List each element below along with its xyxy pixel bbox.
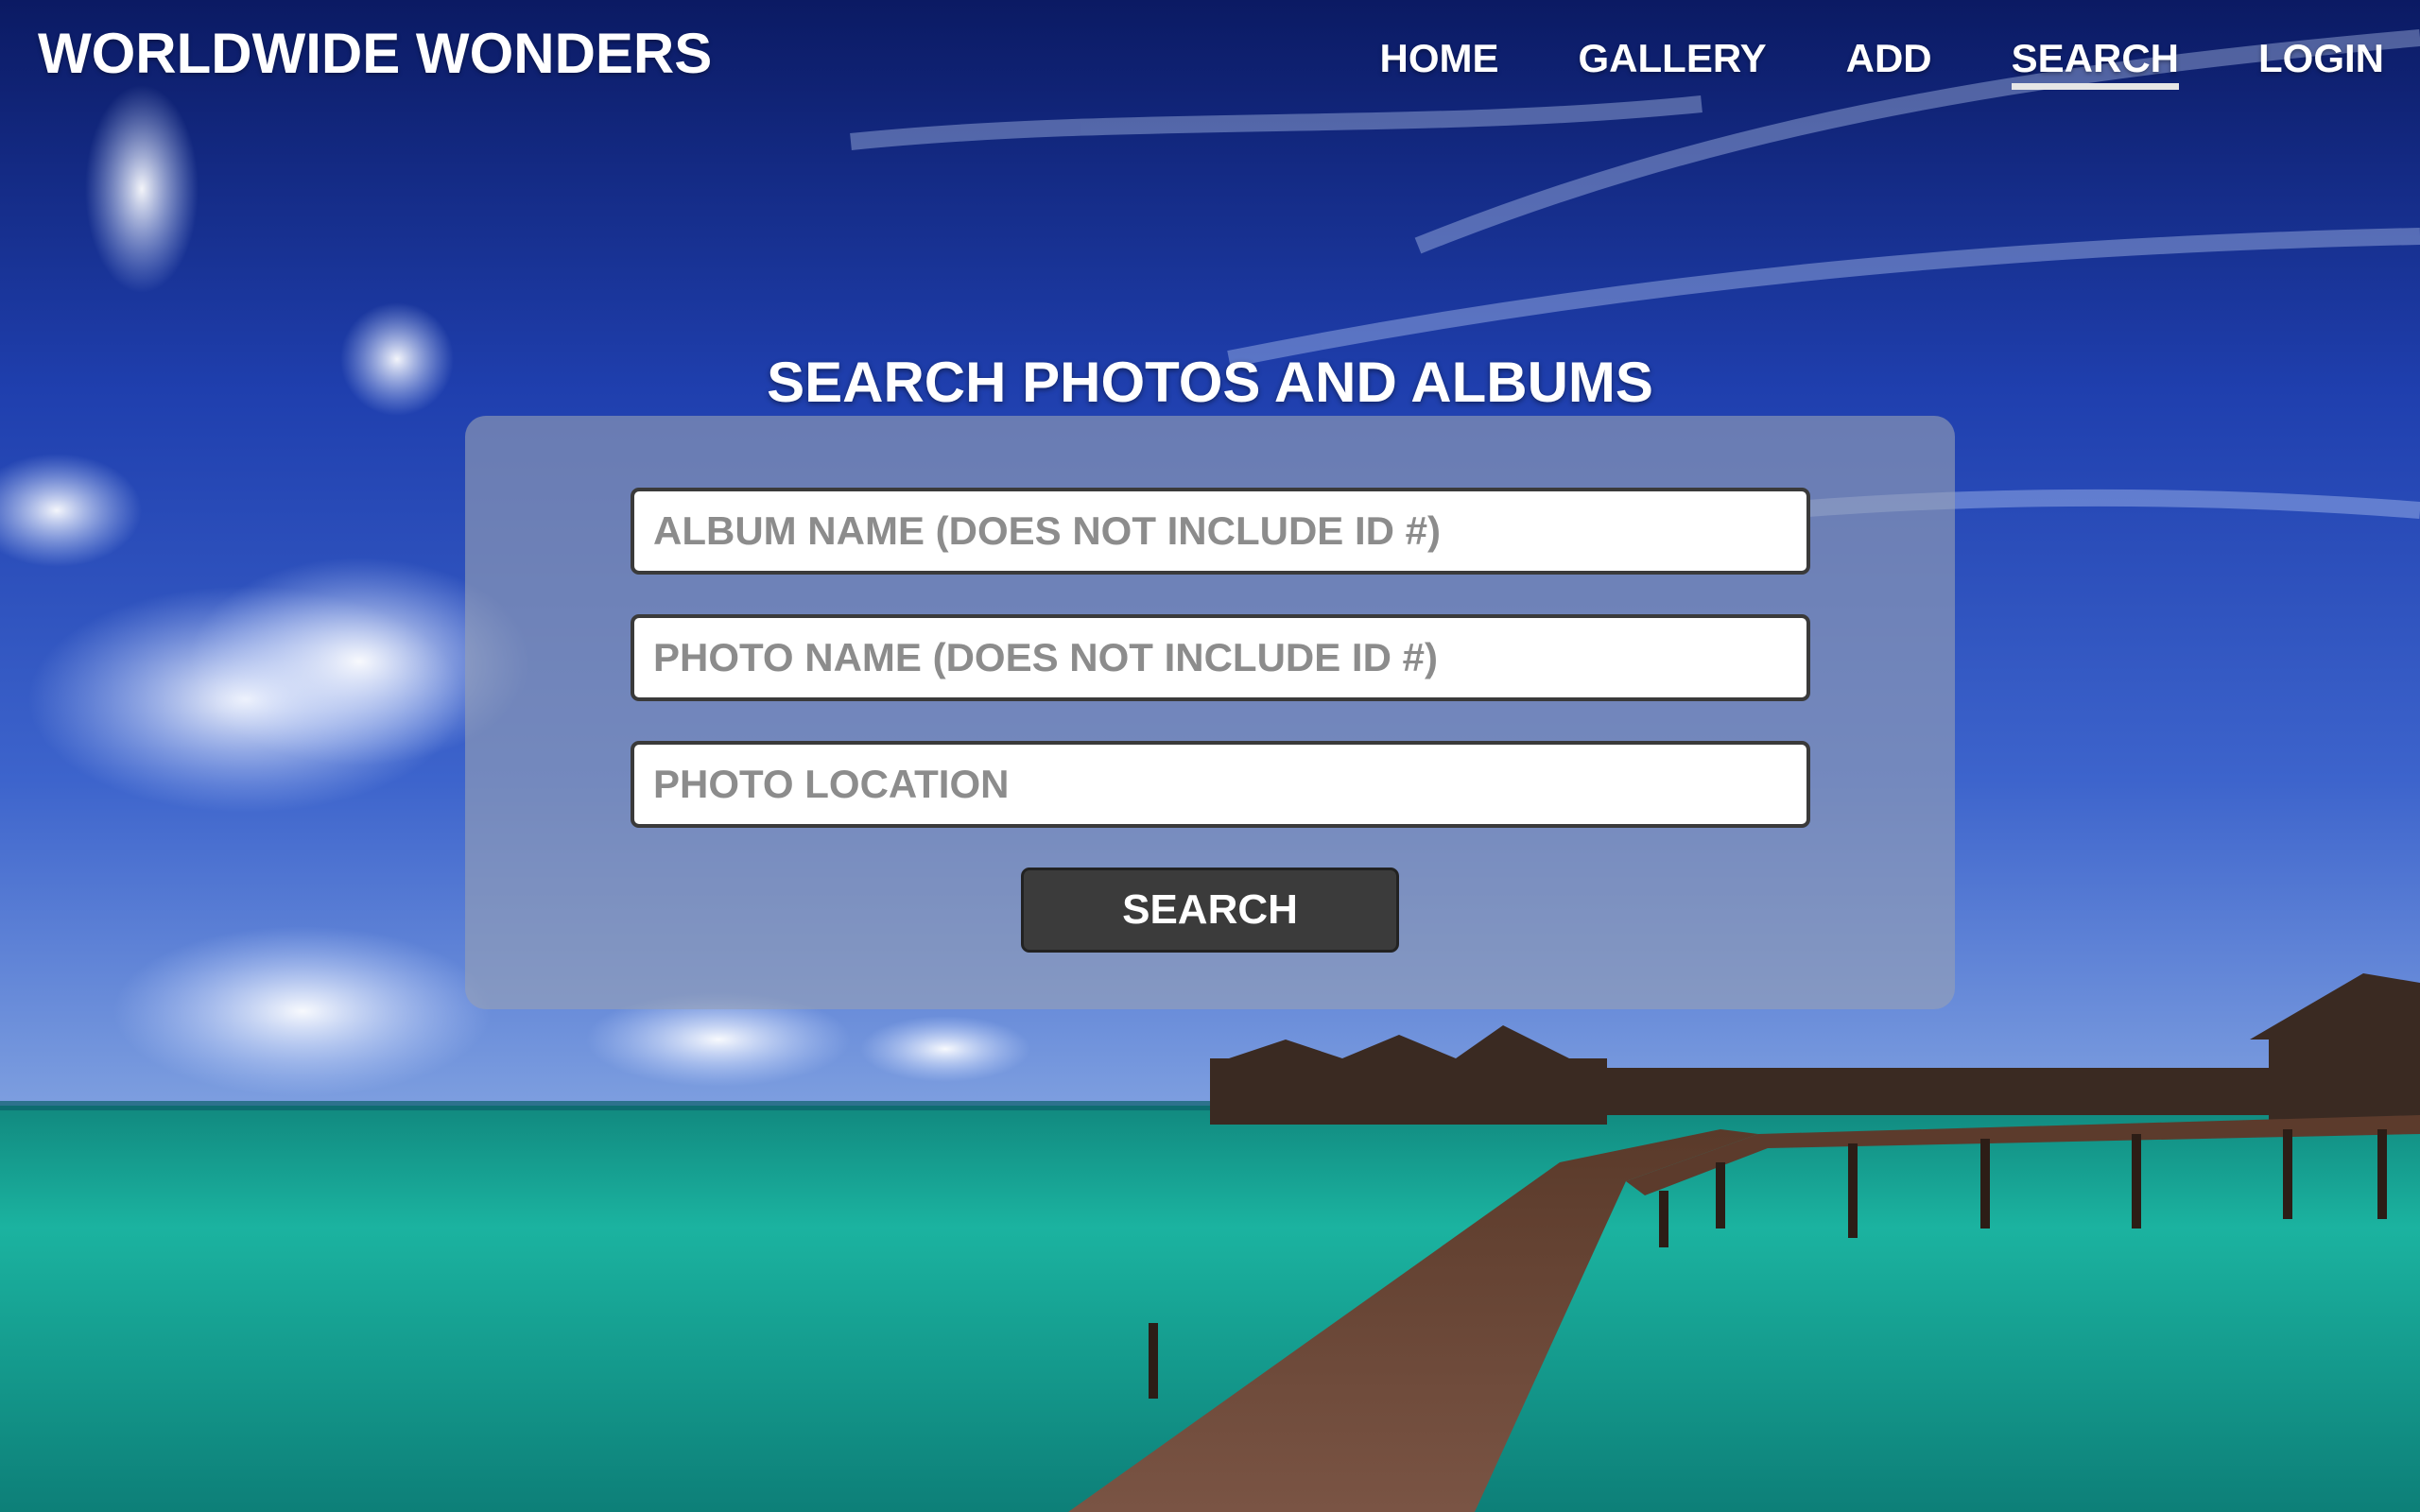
album-name-input[interactable] (631, 488, 1810, 575)
site-title[interactable]: WORLDWIDE WONDERS (38, 21, 712, 86)
page-title: SEARCH PHOTOS AND ALBUMS (767, 351, 1653, 415)
nav-search-link[interactable]: SEARCH (2011, 36, 2179, 90)
nav-login-link[interactable]: LOGIN (2258, 36, 2384, 85)
nav-home-link[interactable]: HOME (1380, 36, 1499, 85)
photo-location-input[interactable] (631, 741, 1810, 828)
photo-name-input[interactable] (631, 614, 1810, 701)
nav-add-link[interactable]: ADD (1846, 36, 1932, 85)
site-header: WORLDWIDE WONDERS HOME GALLERY ADD SEARC… (0, 0, 2420, 113)
search-page: WORLDWIDE WONDERS HOME GALLERY ADD SEARC… (0, 0, 2420, 1512)
nav-gallery-link[interactable]: GALLERY (1579, 36, 1767, 85)
search-form-panel: SEARCH (465, 416, 1955, 1009)
main-nav: HOME GALLERY ADD SEARCH LOGIN (1380, 36, 2384, 90)
search-button[interactable]: SEARCH (1021, 868, 1399, 953)
